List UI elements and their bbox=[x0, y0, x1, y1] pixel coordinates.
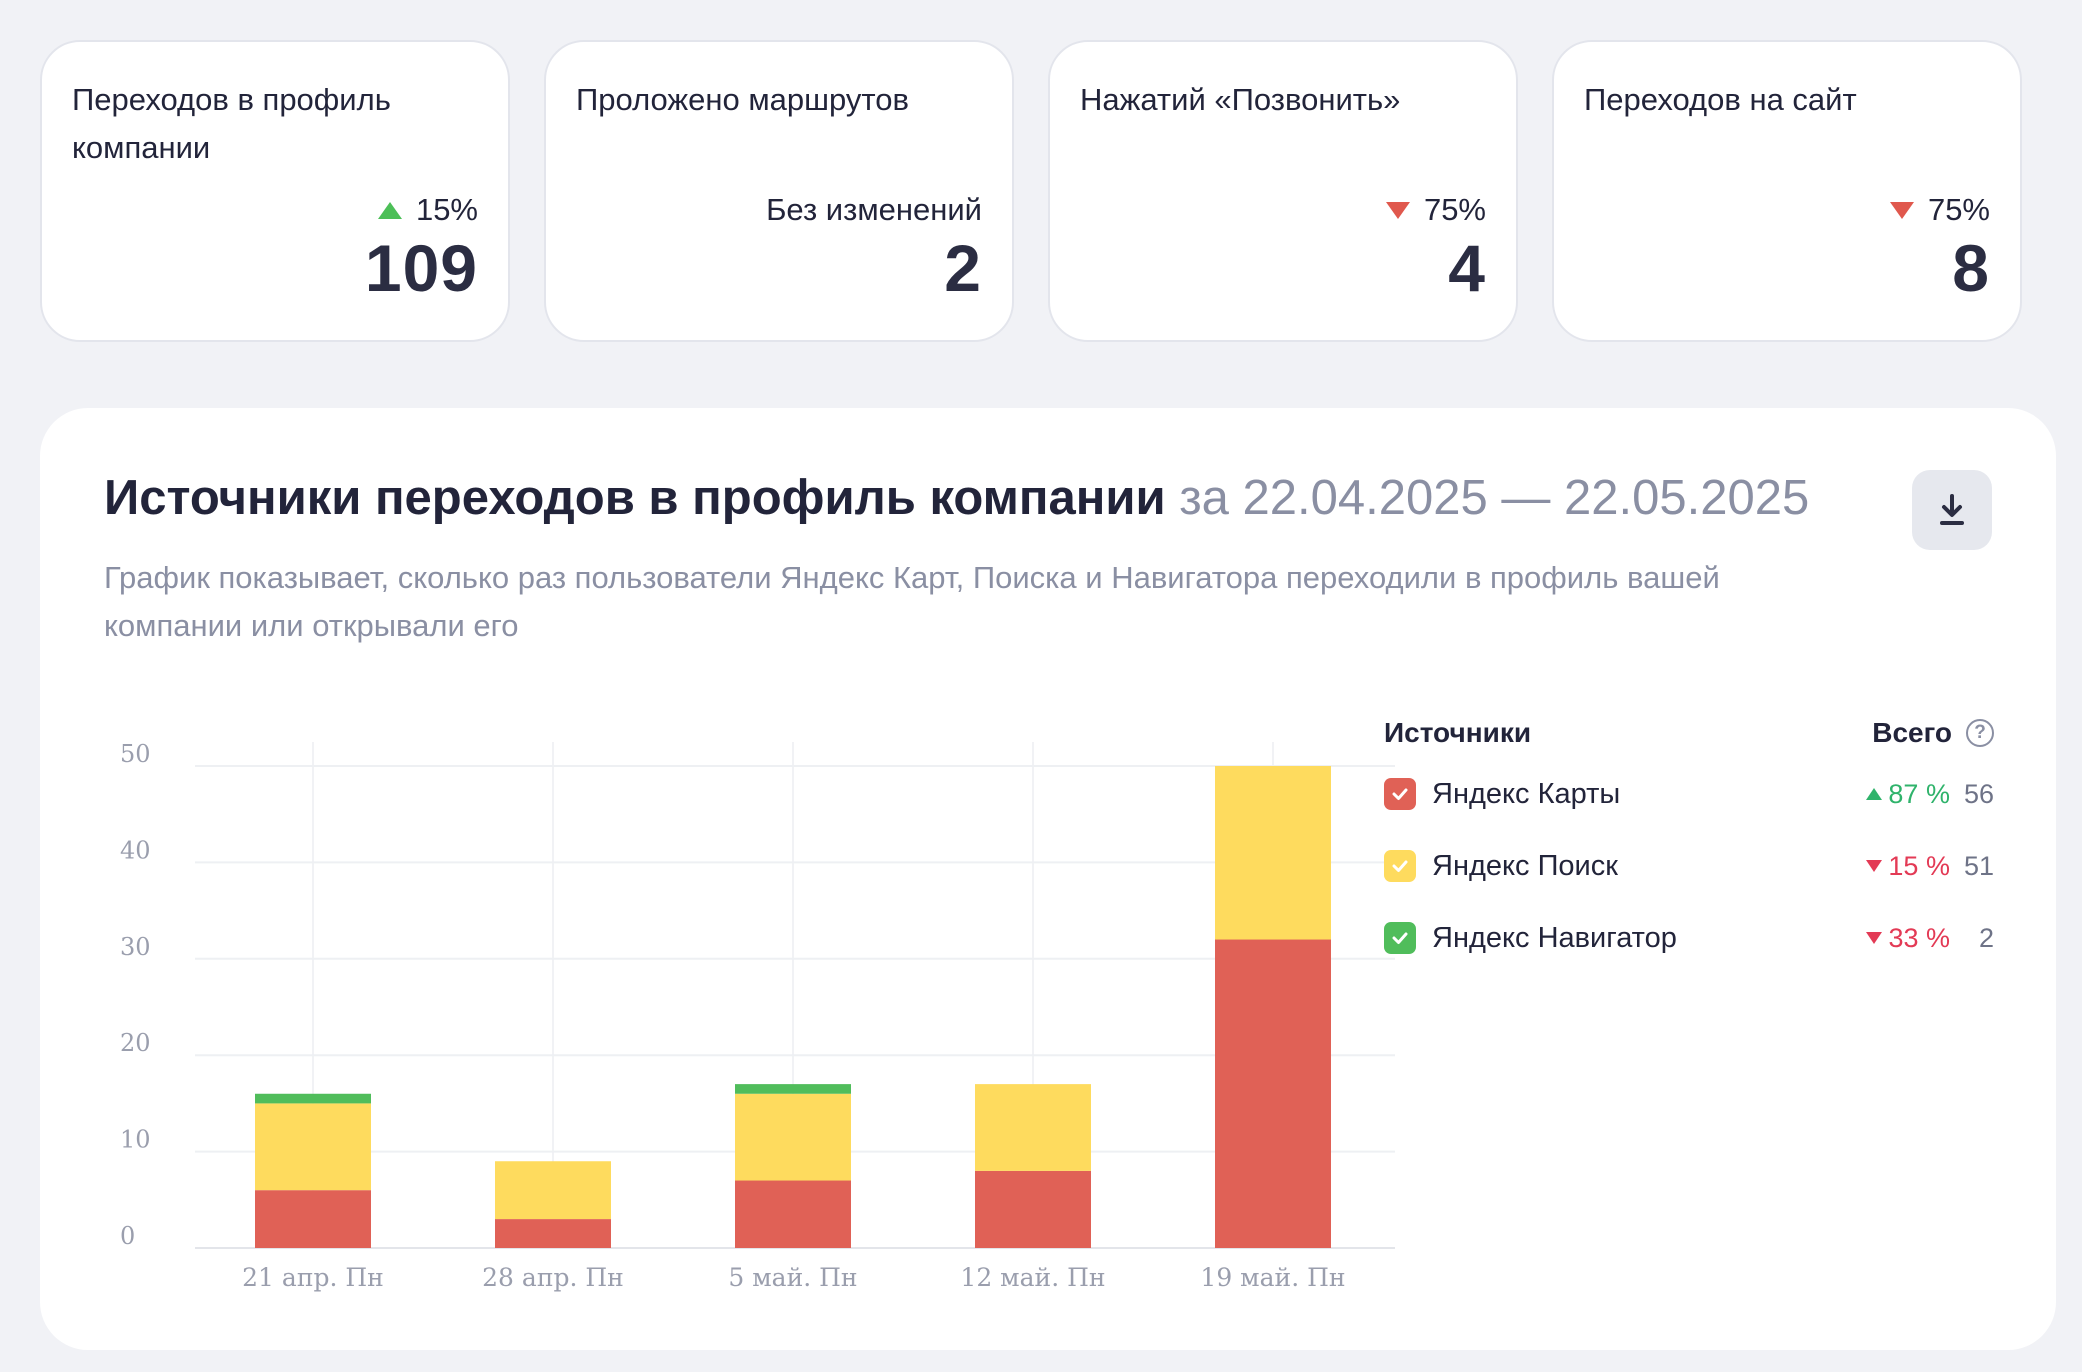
kpi-title: Переходов на сайт bbox=[1584, 82, 1857, 117]
y-tick-label: 0 bbox=[120, 1222, 135, 1250]
checkbox-navigator[interactable] bbox=[1384, 922, 1416, 954]
legend-item-change: 15 % bbox=[1866, 851, 1950, 882]
sources-chart: 0 10 20 30 40 50 21 апр. Пн 28 апр. Пн 5 май. Пн… bbox=[100, 708, 1400, 1298]
check-icon bbox=[1392, 932, 1408, 944]
arrow-up-icon bbox=[377, 201, 402, 219]
legend-item-total: 51 bbox=[1963, 850, 1994, 881]
kpi-value: 109 bbox=[364, 231, 478, 305]
kpi-change-value: 15% bbox=[415, 192, 478, 227]
checkbox-search[interactable] bbox=[1384, 850, 1416, 882]
legend-sources-label: Источники bbox=[1384, 717, 1532, 748]
check-icon bbox=[1392, 788, 1408, 800]
bar-segment bbox=[1215, 766, 1331, 940]
kpi-change: Без изменений bbox=[766, 192, 982, 228]
legend-item-name: Яндекс Навигатор bbox=[1432, 921, 1677, 954]
legend-item-change: 87 % bbox=[1866, 779, 1950, 810]
legend-header: Источники Всего ? bbox=[1384, 708, 1994, 758]
kpi-change-value: Без изменений bbox=[766, 192, 982, 227]
stacked-bar-chart: 0 10 20 30 40 50 21 апр. Пн 28 апр. Пн 5 май. Пн… bbox=[120, 740, 1395, 1292]
x-tick-label: 12 май. Пн bbox=[960, 1263, 1105, 1292]
help-icon[interactable]: ? bbox=[1966, 719, 1994, 747]
legend-item-maps[interactable]: Яндекс Карты 87 % 56 bbox=[1384, 758, 1994, 830]
x-tick-label: 28 апр. Пн bbox=[482, 1263, 624, 1292]
sources-panel: Источники переходов в профиль компании з… bbox=[40, 408, 2056, 1350]
panel-title: Источники переходов в профиль компании з… bbox=[104, 470, 1809, 526]
kpi-change-value: 75% bbox=[1927, 192, 1990, 227]
y-tick-label: 20 bbox=[120, 1029, 151, 1057]
kpi-card-routes[interactable]: Проложено маршрутов Без изменений 2 bbox=[544, 40, 1014, 342]
kpi-change-value: 75% bbox=[1423, 192, 1486, 227]
kpi-change: 15% bbox=[377, 192, 478, 228]
bar-segment bbox=[495, 1219, 611, 1248]
kpi-value: 4 bbox=[1448, 231, 1486, 305]
bar-segment bbox=[255, 1103, 371, 1191]
legend-item-change: 33 % bbox=[1866, 923, 1950, 954]
kpi-card-calls[interactable]: Нажатий «Позвонить» 75% 4 bbox=[1048, 40, 1518, 342]
kpi-title: Нажатий «Позвонить» bbox=[1080, 82, 1401, 117]
legend-change-value: 33 % bbox=[1888, 922, 1950, 953]
kpi-change: 75% bbox=[1385, 192, 1486, 228]
y-tick-label: 40 bbox=[120, 836, 151, 864]
panel-title-text: Источники переходов в профиль компании bbox=[104, 471, 1166, 525]
bar-segment bbox=[255, 1190, 371, 1248]
kpi-change: 75% bbox=[1889, 192, 1990, 228]
legend-item-total: 2 bbox=[1978, 922, 1994, 953]
panel-period: за 22.04.2025 — 22.05.2025 bbox=[1179, 471, 1810, 525]
bar-segment bbox=[975, 1170, 1091, 1248]
legend-change-value: 87 % bbox=[1888, 778, 1950, 809]
arrow-down-icon bbox=[1889, 201, 1914, 219]
bar-segment bbox=[975, 1084, 1091, 1171]
x-tick-label: 5 май. Пн bbox=[728, 1263, 857, 1292]
x-tick-label: 19 май. Пн bbox=[1200, 1263, 1345, 1292]
legend-item-search[interactable]: Яндекс Поиск 15 % 51 bbox=[1384, 830, 1994, 902]
kpi-title: Проложено маршрутов bbox=[576, 82, 909, 117]
checkbox-maps[interactable] bbox=[1384, 778, 1416, 810]
arrow-down-icon bbox=[1385, 201, 1410, 219]
legend-item-name: Яндекс Поиск bbox=[1432, 849, 1618, 882]
download-icon bbox=[1940, 494, 1964, 525]
bar-segment bbox=[255, 1093, 371, 1104]
arrow-down-icon bbox=[1866, 860, 1883, 872]
legend-item-navigator[interactable]: Яндекс Навигатор 33 % 2 bbox=[1384, 902, 1994, 974]
kpi-card-site-visits[interactable]: Переходов на сайт 75% 8 bbox=[1552, 40, 2022, 342]
bar-segment bbox=[1215, 939, 1331, 1248]
sources-legend: Источники Всего ? Яндекс Карты 87 % 56 Я… bbox=[1384, 708, 1994, 974]
legend-item-name: Яндекс Карты bbox=[1432, 777, 1621, 810]
y-tick-label: 10 bbox=[120, 1126, 151, 1154]
legend-total-label: Всего bbox=[1872, 717, 1952, 748]
bar-segment bbox=[735, 1180, 851, 1248]
y-tick-label: 50 bbox=[120, 740, 151, 768]
download-button[interactable] bbox=[1912, 470, 1992, 550]
bar-segment bbox=[495, 1161, 611, 1220]
y-tick-label: 30 bbox=[120, 933, 151, 961]
arrow-down-icon bbox=[1866, 932, 1883, 944]
legend-item-total: 56 bbox=[1963, 778, 1994, 809]
legend-change-value: 15 % bbox=[1888, 850, 1950, 881]
bar-segment bbox=[735, 1093, 851, 1181]
panel-description: График показывает, сколько раз пользоват… bbox=[104, 560, 1720, 643]
check-icon bbox=[1392, 860, 1408, 872]
kpi-card-profile-visits[interactable]: Переходов в профиль компании 15% 109 bbox=[40, 40, 510, 342]
kpi-title: Переходов в профиль компании bbox=[72, 82, 391, 165]
kpi-value: 2 bbox=[944, 231, 982, 305]
x-tick-label: 21 апр. Пн bbox=[242, 1263, 384, 1292]
bar-segment bbox=[735, 1084, 851, 1094]
arrow-up-icon bbox=[1866, 788, 1883, 800]
kpi-value: 8 bbox=[1952, 231, 1990, 305]
kpi-row: Переходов в профиль компании 15% 109 Про… bbox=[40, 40, 2022, 342]
